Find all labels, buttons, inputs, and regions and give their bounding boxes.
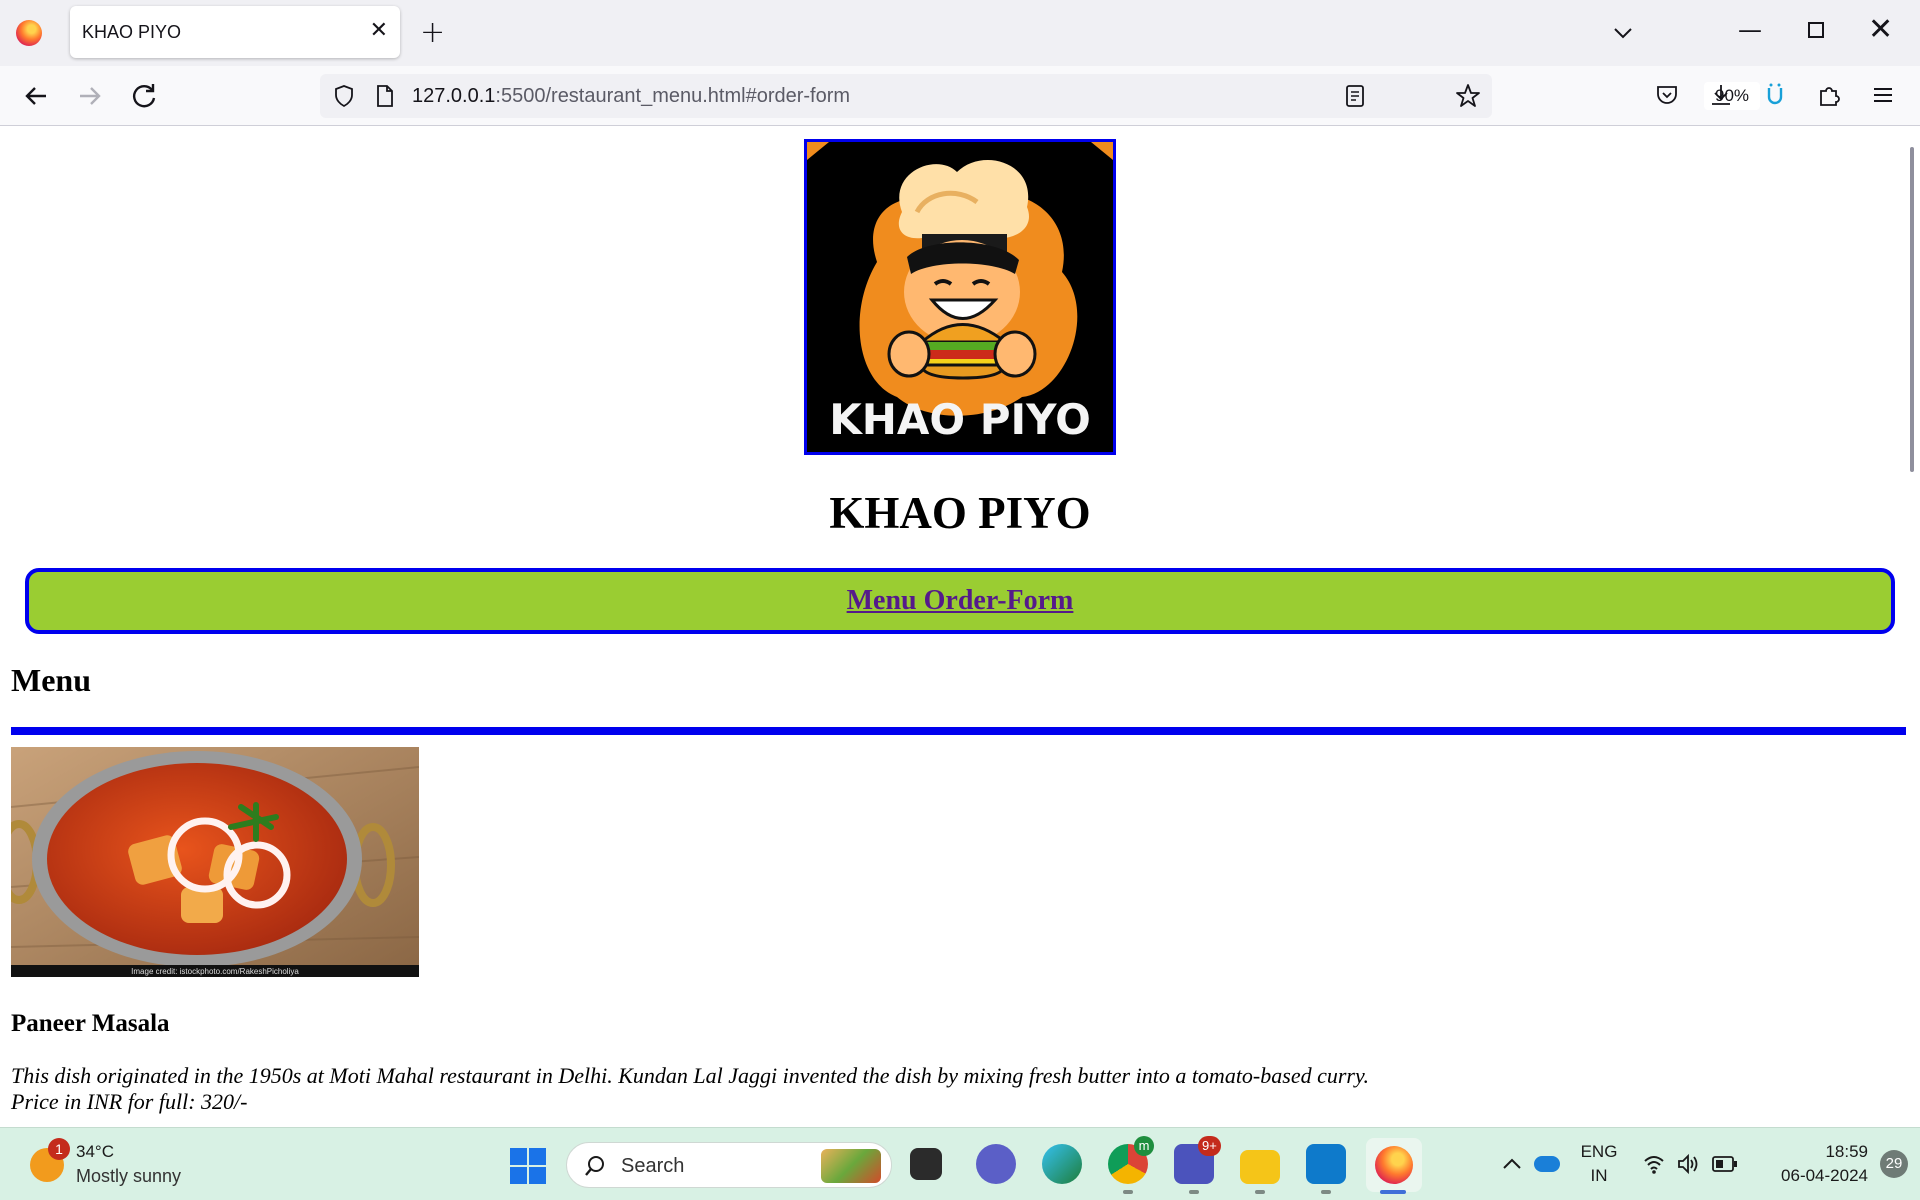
browser-tab[interactable]: KHAO PIYO ✕ xyxy=(70,6,400,58)
wifi-icon[interactable] xyxy=(1642,1152,1666,1176)
weather-description[interactable]: Mostly sunny xyxy=(76,1166,181,1187)
chrome-profile-badge: m xyxy=(1134,1136,1154,1156)
dish-name: Paneer Masala xyxy=(11,1010,170,1037)
edge-icon[interactable] xyxy=(1042,1144,1082,1184)
url-host: 127.0.0.1 xyxy=(412,85,496,107)
weather-temperature[interactable]: 34°C xyxy=(76,1142,114,1162)
explorer-running-indicator xyxy=(1255,1190,1265,1194)
paneer-masala-image: Image credit: istockphoto.com/RakeshPich… xyxy=(11,747,419,977)
firefox-icon xyxy=(1375,1146,1413,1184)
list-all-tabs-icon[interactable] xyxy=(1610,20,1636,46)
scrollbar-thumb[interactable] xyxy=(1910,147,1914,472)
search-highlight-icon xyxy=(821,1149,881,1183)
battery-icon[interactable] xyxy=(1712,1154,1738,1174)
bookmark-star-icon[interactable] xyxy=(1454,82,1482,110)
dish-price: Price in INR for full: 320/- xyxy=(11,1089,248,1114)
notification-count-badge[interactable]: 29 xyxy=(1880,1150,1908,1178)
reader-view-icon[interactable] xyxy=(1344,84,1366,108)
language-code[interactable]: ENG xyxy=(1578,1142,1620,1162)
clock-date[interactable]: 06-04-2024 xyxy=(1758,1166,1868,1186)
logo-illustration: KHAO PIYO xyxy=(807,142,1113,452)
reload-icon[interactable] xyxy=(128,80,160,112)
section-divider xyxy=(11,727,1906,735)
logo-text: KHAO PIYO xyxy=(829,395,1091,444)
search-label: Search xyxy=(621,1155,685,1177)
extension-u-icon[interactable] xyxy=(1762,82,1788,108)
page-icon[interactable] xyxy=(374,84,396,108)
browser-nav-bar: 127.0.0.1:5500/restaurant_menu.html#orde… xyxy=(0,66,1920,126)
teams-chat-icon[interactable] xyxy=(976,1144,1016,1184)
close-window-icon[interactable]: ✕ xyxy=(1868,14,1893,46)
onedrive-icon[interactable] xyxy=(1534,1156,1560,1172)
minimize-icon[interactable]: — xyxy=(1738,16,1762,44)
extensions-puzzle-icon[interactable] xyxy=(1816,82,1842,108)
url-path: :5500/restaurant_menu.html#order-form xyxy=(495,85,851,107)
vscode-running-indicator xyxy=(1321,1190,1331,1194)
firefox-active-indicator xyxy=(1380,1190,1406,1194)
language-region[interactable]: IN xyxy=(1578,1166,1620,1186)
weather-badge: 1 xyxy=(48,1138,70,1160)
new-tab-icon[interactable]: + xyxy=(420,16,445,50)
pocket-icon[interactable] xyxy=(1654,82,1680,108)
paneer-masala-illustration: Image credit: istockphoto.com/RakeshPich… xyxy=(11,747,419,977)
file-explorer-icon[interactable] xyxy=(1240,1150,1280,1184)
taskbar-search[interactable]: Search xyxy=(566,1142,892,1188)
firefox-logo-icon xyxy=(16,20,42,46)
url-text[interactable]: 127.0.0.1:5500/restaurant_menu.html#orde… xyxy=(412,85,850,108)
image-credit: Image credit: istockphoto.com/RakeshPich… xyxy=(131,967,299,976)
page-scrollbar[interactable] xyxy=(1906,127,1920,1127)
teams-running-indicator xyxy=(1189,1190,1199,1194)
web-page: KHAO PIYO KHAO PIYO Menu Order-Form Menu xyxy=(0,127,1906,1127)
dish-description: This dish originated in the 1950s at Mot… xyxy=(11,1063,1370,1088)
downloads-icon[interactable] xyxy=(1708,82,1734,108)
restore-icon[interactable] xyxy=(1808,22,1824,38)
search-icon xyxy=(585,1156,604,1176)
vscode-icon[interactable] xyxy=(1306,1144,1346,1184)
menu-heading: Menu xyxy=(11,662,91,698)
page-title: KHAO PIYO xyxy=(829,488,1091,538)
tab-title: KHAO PIYO xyxy=(82,22,182,42)
shield-icon[interactable] xyxy=(332,84,356,108)
restaurant-logo: KHAO PIYO xyxy=(804,139,1116,455)
volume-icon[interactable] xyxy=(1676,1152,1700,1176)
nav-box: Menu Order-Form xyxy=(25,568,1895,634)
clock-time[interactable]: 18:59 xyxy=(1758,1142,1868,1162)
teams-badge: 9+ xyxy=(1198,1136,1221,1156)
menu-order-form-link[interactable]: Menu Order-Form xyxy=(847,585,1074,617)
forward-icon[interactable] xyxy=(74,80,106,112)
show-hidden-icons-chevron-icon[interactable] xyxy=(1500,1154,1524,1174)
chrome-running-indicator xyxy=(1123,1190,1133,1194)
back-icon[interactable] xyxy=(20,80,52,112)
close-tab-icon[interactable]: ✕ xyxy=(370,18,388,44)
hamburger-menu-icon[interactable] xyxy=(1870,82,1896,108)
firefox-taskbar-button[interactable] xyxy=(1366,1138,1422,1192)
start-windows-icon[interactable] xyxy=(510,1148,546,1184)
windows-taskbar: 1 34°C Mostly sunny Search m 9+ ENG IN 1… xyxy=(0,1127,1920,1200)
address-bar[interactable]: 127.0.0.1:5500/restaurant_menu.html#orde… xyxy=(320,74,1760,118)
task-view-icon[interactable] xyxy=(910,1148,942,1180)
browser-tab-bar: KHAO PIYO ✕ + — ✕ xyxy=(0,0,1920,66)
